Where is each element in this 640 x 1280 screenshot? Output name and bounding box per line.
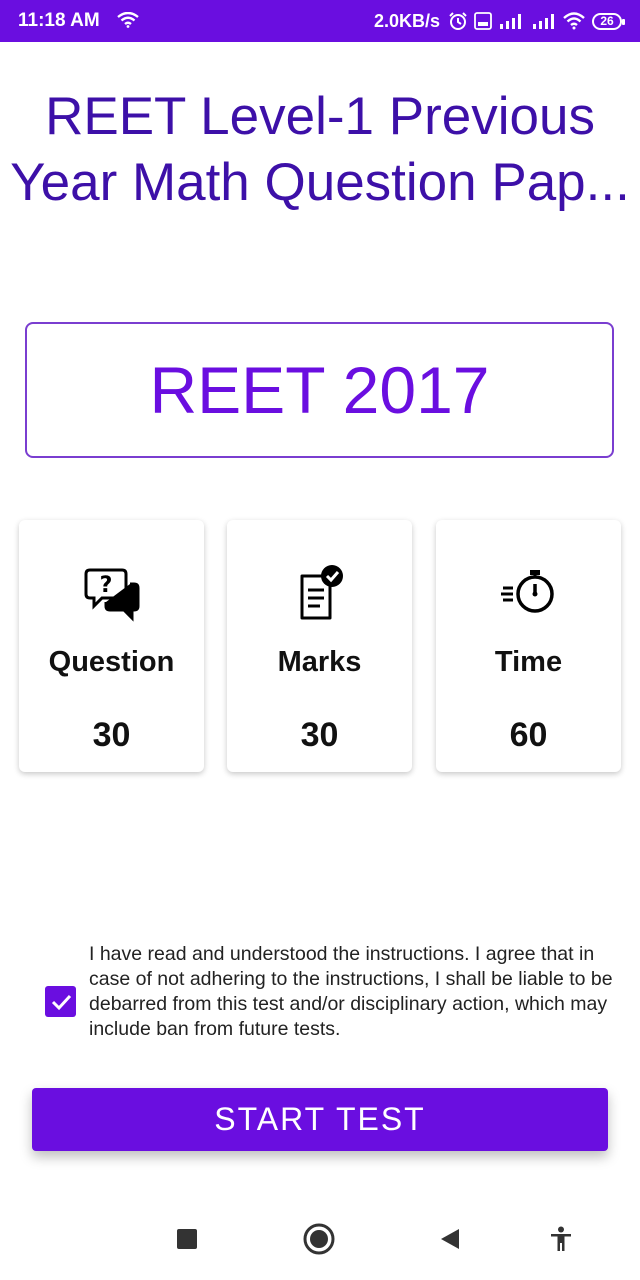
page-title-line: REET Level-1 Previous [45,87,595,146]
status-bar: 11:18 AM 2.0KB/s 26 [0,0,640,42]
wifi-icon [117,11,139,33]
agreement-text: I have read and understood the instructi… [89,943,613,1040]
accessibility-icon[interactable] [543,1221,579,1257]
stopwatch-icon [499,562,559,622]
svg-text:?: ? [99,573,112,598]
page-title-line: Year Math Question Pap... [10,153,630,212]
check-icon [51,994,71,1010]
signal-4g-icon [498,12,526,30]
marks-label: Marks [277,646,362,678]
question-chat-icon: ? [82,562,142,622]
year-label: REET 2017 [149,353,490,427]
network-speed: 2.0KB/s [373,10,440,31]
marks-card: Marks 30 [227,520,412,772]
time-card: Time 60 [436,520,621,772]
signal-icon [532,12,556,30]
year-box: REET 2017 [25,322,614,458]
page-title: REET Level-1 Previous Year Math Question… [0,84,640,216]
question-label: Question [48,646,175,678]
time-label: Time [494,646,563,678]
recent-apps-icon[interactable] [169,1221,205,1257]
wifi-icon [562,12,586,30]
status-time: 11:18 AM [18,10,100,31]
marks-value: 30 [300,716,339,754]
back-icon[interactable] [432,1221,468,1257]
time-value: 60 [509,716,548,754]
navigation-bar [0,1195,640,1280]
checklist-icon [290,562,350,622]
question-value: 30 [92,716,131,754]
alarm-icon [448,11,468,31]
start-test-button[interactable]: START TEST [32,1088,608,1151]
question-card: ? Question 30 [19,520,204,772]
volte-icon [474,12,492,30]
battery-icon: 26 [592,12,625,30]
agree-checkbox[interactable] [45,986,76,1017]
home-icon[interactable] [301,1221,337,1257]
